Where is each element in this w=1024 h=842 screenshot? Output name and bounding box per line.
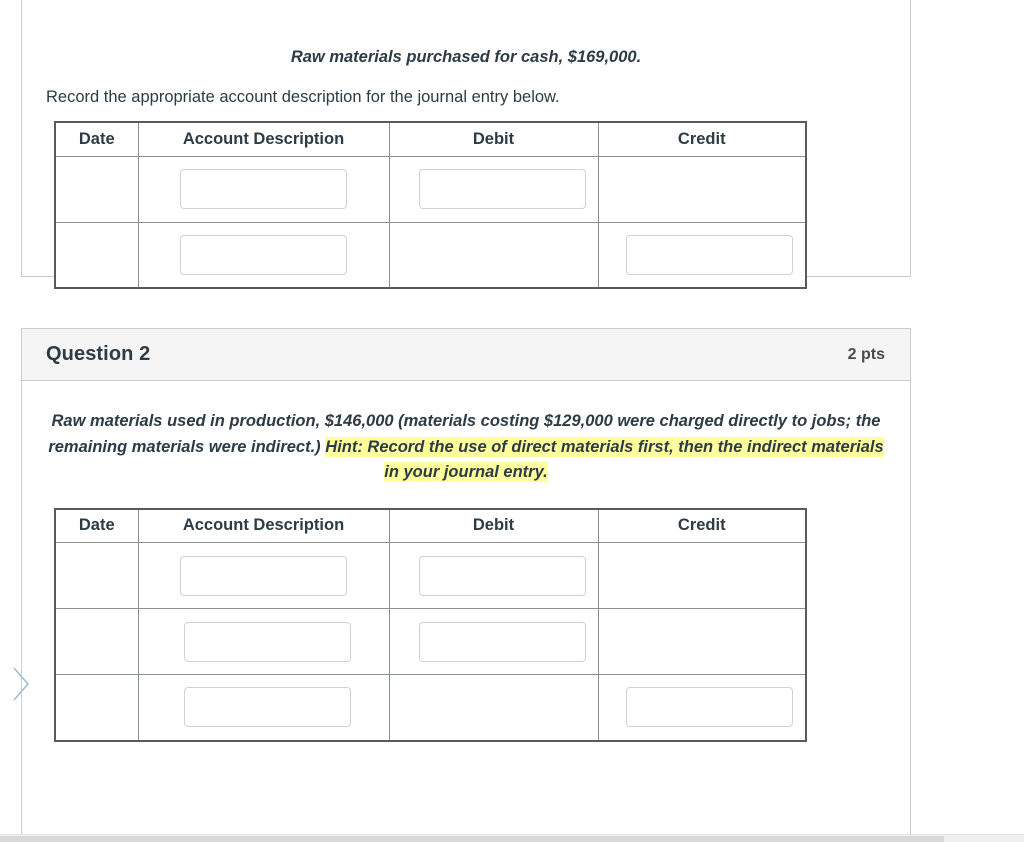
column-header-account: Account Description [137, 121, 390, 157]
debit-input[interactable] [418, 555, 586, 596]
cell-debit [388, 221, 599, 289]
credit-input[interactable] [625, 235, 793, 276]
cell-account-description [137, 155, 390, 223]
collapse-panel-chevron-icon[interactable] [13, 667, 31, 701]
account-description-input[interactable] [179, 235, 347, 276]
cell-date [54, 221, 139, 289]
cell-credit [597, 155, 807, 223]
question-card-2: Question 2 2 pts Raw materials used in p… [13, 328, 911, 842]
account-description-input[interactable] [183, 621, 351, 662]
cell-credit [597, 608, 807, 676]
question-2-body: Raw materials used in production, $146,0… [22, 381, 910, 752]
cell-date [54, 155, 139, 223]
cell-credit [597, 542, 807, 610]
question-2-points: 2 pts [847, 345, 885, 363]
debit-input[interactable] [418, 621, 586, 662]
cell-account-description [137, 608, 390, 676]
cell-date [54, 542, 139, 610]
account-description-input[interactable] [179, 555, 347, 596]
page-viewport: Raw materials purchased for cash, $169,0… [0, 0, 1024, 842]
cell-account-description [137, 674, 390, 742]
question-1-prompt-plain: Record the appropriate account descripti… [46, 87, 560, 106]
table-row [54, 155, 807, 223]
account-description-input[interactable] [183, 687, 351, 728]
horizontal-scrollbar[interactable] [0, 834, 1024, 842]
cell-account-description [137, 221, 390, 289]
cell-date [54, 674, 139, 742]
question-1-body: Raw materials purchased for cash, $169,0… [22, 0, 910, 299]
question-2-title: Question 2 [46, 343, 151, 365]
table-row [54, 542, 807, 610]
column-header-date: Date [54, 121, 139, 157]
question-card-1: Raw materials purchased for cash, $169,0… [21, 0, 911, 290]
cell-debit [388, 608, 599, 676]
question-1-prompt-italic: Raw materials purchased for cash, $169,0… [290, 48, 642, 66]
column-header-date: Date [54, 508, 139, 544]
journal-entry-table-2: Date Account Description Debit Credit [54, 507, 807, 742]
account-description-input[interactable] [179, 169, 347, 210]
column-header-credit: Credit [597, 121, 807, 157]
question-2-header: Question 2 2 pts [22, 329, 910, 381]
cell-debit [388, 674, 599, 742]
column-header-credit: Credit [597, 508, 807, 544]
cell-credit [597, 674, 807, 742]
journal-entry-table-1: Date Account Description Debit Credit [54, 121, 807, 290]
column-header-debit: Debit [388, 121, 599, 157]
horizontal-scrollbar-thumb[interactable] [0, 836, 944, 842]
table-row [54, 608, 807, 676]
cell-account-description [137, 542, 390, 610]
table-row [54, 674, 807, 742]
column-header-debit: Debit [388, 508, 599, 544]
question-2-prompt-hint: Hint: Record the use of direct materials… [325, 436, 884, 483]
cell-debit [388, 155, 599, 223]
debit-input[interactable] [418, 169, 586, 210]
table-header-row: Date Account Description Debit Credit [54, 121, 807, 157]
column-header-account: Account Description [137, 508, 390, 544]
table-header-row: Date Account Description Debit Credit [54, 508, 807, 544]
cell-date [54, 608, 139, 676]
cell-credit [597, 221, 807, 289]
question-2-prompt: Raw materials used in production, $146,0… [46, 409, 886, 486]
cell-debit [388, 542, 599, 610]
credit-input[interactable] [625, 687, 793, 728]
table-row [54, 221, 807, 289]
